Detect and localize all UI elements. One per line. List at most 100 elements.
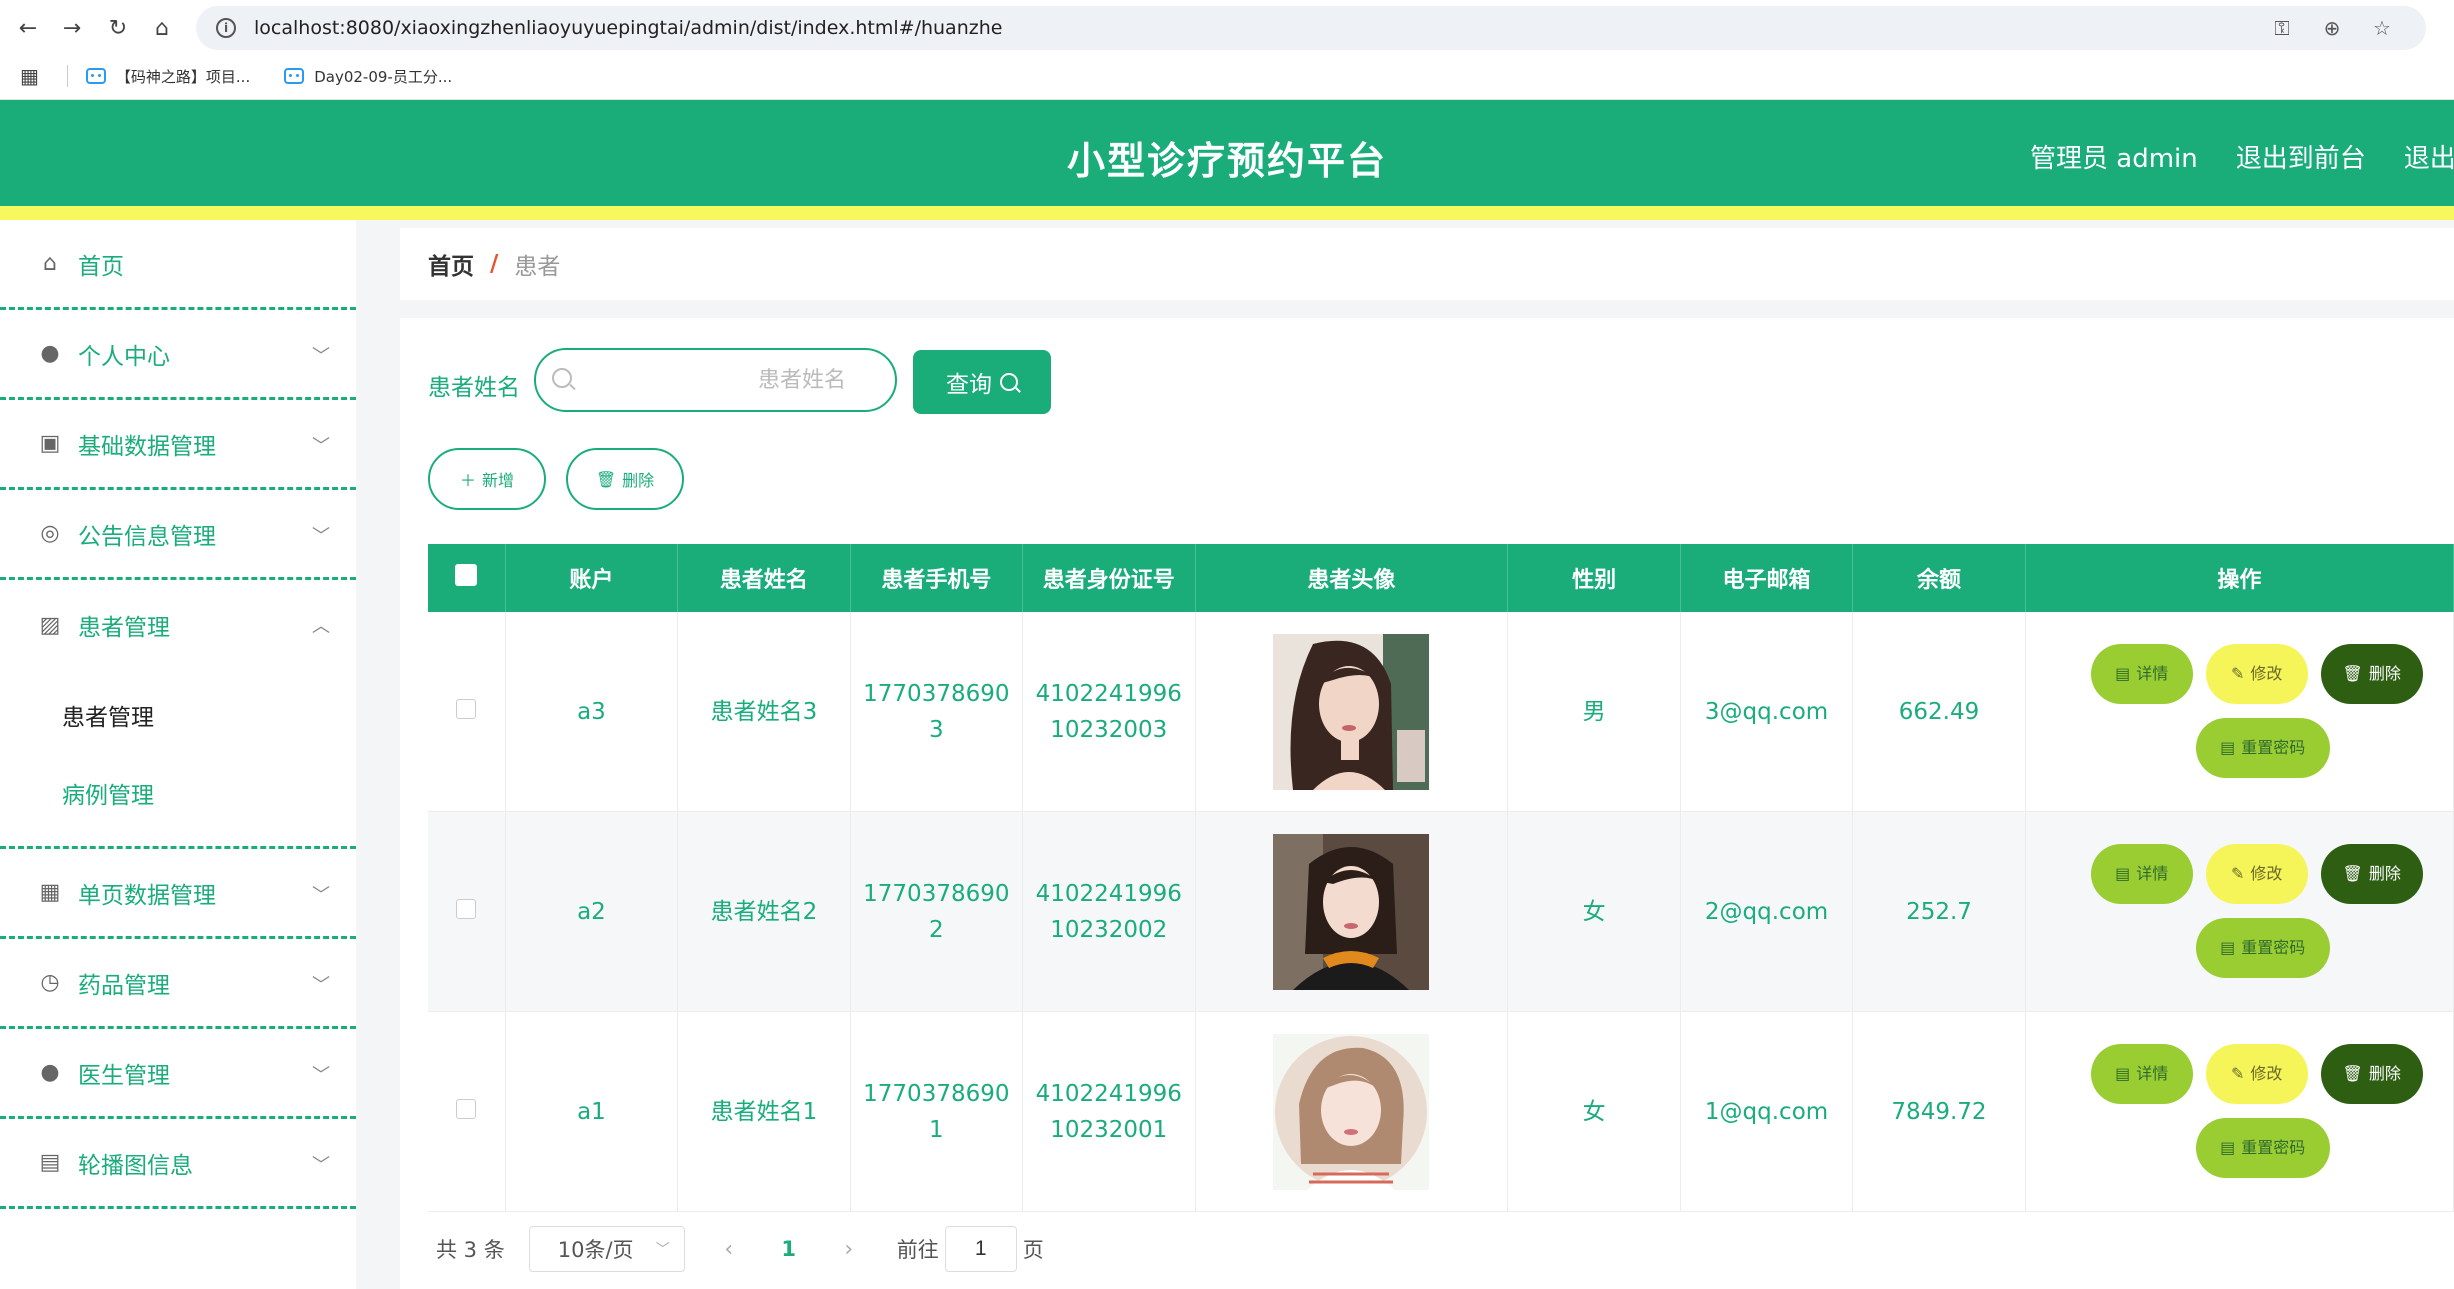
sidebar-item-label: 医生管理 [78, 1062, 170, 1089]
home-icon[interactable]: ⌂ [144, 10, 180, 46]
patient-avatar-image[interactable] [1273, 633, 1430, 790]
column-header: 电子邮箱 [1680, 544, 1854, 612]
idcard-cell: 4102241996 10232003 [1022, 612, 1196, 812]
search-icon [552, 368, 572, 388]
idcard-cell: 4102241996 10232001 [1022, 1011, 1196, 1212]
sidebar-item-label: 个人中心 [78, 343, 170, 370]
sidebar-item-single-page[interactable]: ▦ 单页数据管理 ﹀ [0, 849, 356, 939]
edit-button[interactable]: ✎ 修改 [2205, 644, 2308, 704]
page-unit-label: 页 [1022, 1238, 1044, 1262]
address-bar[interactable]: i localhost:8080/xiaoxingzhenliaoyuyuepi… [196, 6, 2426, 50]
idcard-cell: 4102241996 10232002 [1022, 811, 1196, 1012]
logout-link[interactable]: 退出登录 [2404, 138, 2454, 175]
document-icon: ▤ [2115, 864, 2131, 883]
patient-avatar-image[interactable] [1273, 1033, 1430, 1190]
clock-icon: ◷ [40, 970, 60, 995]
batch-delete-button[interactable]: 🗑 删除 [566, 448, 684, 510]
sidebar-item-basic-data[interactable]: ▣ 基础数据管理 ﹀ [0, 400, 356, 490]
reset-password-label: 重置密码 [2241, 938, 2306, 957]
back-icon[interactable]: ← [10, 10, 46, 46]
chevron-down-icon: ﹀ [312, 436, 330, 457]
reset-password-button[interactable]: ▤ 重置密码 [2195, 918, 2330, 978]
user-icon: ● [40, 341, 60, 366]
phone-cell: 1770378690 2 [850, 811, 1024, 1012]
avatar-photo [1273, 833, 1430, 990]
add-button[interactable]: ＋ 新增 [428, 448, 546, 510]
query-button[interactable]: 查询 [913, 350, 1051, 414]
page-size-select[interactable]: 10条/页 ﹀ [528, 1226, 685, 1272]
column-header: 患者姓名 [677, 544, 851, 612]
column-header: 患者身份证号 [1022, 544, 1196, 612]
url-text[interactable]: localhost:8080/xiaoxingzhenliaoyuyueping… [254, 17, 1002, 39]
site-info-icon[interactable]: i [216, 18, 236, 38]
detail-button[interactable]: ▤ 详情 [2090, 1044, 2193, 1104]
delete-button[interactable]: 🗑 删除 [2320, 1044, 2423, 1104]
sidebar-item-patients[interactable]: ▨ 患者管理 ︿ [0, 580, 356, 670]
goto-page-input[interactable] [944, 1226, 1017, 1272]
trash-icon: 🗑 [595, 469, 617, 489]
sidebar-subitem-cases[interactable]: 病例管理 [0, 754, 356, 832]
document-icon: ▤ [2220, 938, 2236, 957]
chevron-down-icon: ﹀ [312, 1155, 330, 1176]
star-icon[interactable]: ☆ [2368, 14, 2396, 42]
name-cell: 患者姓名1 [677, 1011, 851, 1212]
chevron-down-icon: ﹀ [655, 1242, 670, 1258]
column-header: 余额 [1852, 544, 2026, 612]
balance-cell: 662.49 [1852, 612, 2026, 812]
reset-password-button[interactable]: ▤ 重置密码 [2195, 1118, 2330, 1178]
front-page-link[interactable]: 退出到前台 [2236, 138, 2366, 175]
row-checkbox[interactable] [456, 1098, 477, 1119]
add-button-label: 新增 [482, 471, 515, 490]
sidebar-item-doctors[interactable]: ● 医生管理 ﹀ [0, 1029, 356, 1119]
key-icon[interactable]: ⚿ [2268, 14, 2296, 42]
pencil-icon: ✎ [2231, 864, 2245, 883]
email-cell: 1@qq.com [1680, 1011, 1854, 1212]
delete-button[interactable]: 🗑 删除 [2320, 644, 2423, 704]
row-checkbox[interactable] [456, 698, 477, 719]
sidebar-subitem-patients[interactable]: 患者管理 [0, 676, 356, 754]
email-cell: 2@qq.com [1680, 811, 1854, 1012]
prev-page-button[interactable]: ‹ [709, 1237, 749, 1262]
delete-button[interactable]: 🗑 删除 [2320, 844, 2423, 904]
sidebar-item-notices[interactable]: ◎ 公告信息管理 ﹀ [0, 490, 356, 580]
forward-icon[interactable]: → [54, 10, 90, 46]
sidebar-item-label: 患者管理 [78, 615, 170, 641]
name-cell: 患者姓名2 [677, 811, 851, 1012]
bookmark-item[interactable]: 【码神之路】项目... [85, 66, 251, 87]
row-checkbox[interactable] [456, 898, 477, 919]
column-header: 患者头像 [1195, 544, 1509, 612]
trash-icon: 🗑 [2342, 864, 2363, 883]
reset-password-button[interactable]: ▤ 重置密码 [2195, 718, 2330, 778]
delete-button-label: 删除 [2368, 1064, 2401, 1083]
column-header: 账户 [505, 544, 679, 612]
bookmark-label: 【码神之路】项目... [115, 67, 251, 86]
avatar-illustration [1273, 1033, 1430, 1190]
table-row: a2 患者姓名2 1770378690 2 4102241996 10232002 [428, 811, 2454, 1012]
sidebar-item-medicine[interactable]: ◷ 药品管理 ﹀ [0, 939, 356, 1029]
phone-line: 1770378690 [863, 680, 1010, 707]
page-number-current[interactable]: 1 [749, 1237, 829, 1261]
detail-button[interactable]: ▤ 详情 [2090, 844, 2193, 904]
patients-table: 账户 患者姓名 患者手机号 患者身份证号 患者头像 性别 电子邮箱 余额 操作 … [428, 544, 2454, 1212]
apps-grid-icon[interactable]: ▦ [20, 64, 39, 88]
document-icon: ▤ [2115, 1064, 2131, 1083]
search-input[interactable] [586, 360, 886, 400]
balance-cell: 252.7 [1852, 811, 2026, 1012]
breadcrumb-home[interactable]: 首页 [428, 247, 474, 281]
chart-icon: ▨ [39, 612, 61, 638]
reload-icon[interactable]: ↻ [100, 10, 136, 46]
patient-avatar-image[interactable] [1273, 833, 1430, 990]
reset-password-label: 重置密码 [2241, 738, 2306, 757]
sidebar-item-home[interactable]: ⌂ 首页 [0, 220, 356, 310]
bookmark-item[interactable]: Day02-09-员工分... [284, 66, 452, 87]
sidebar-item-personal-center[interactable]: ● 个人中心 ﹀ [0, 310, 356, 400]
select-all-checkbox[interactable] [455, 564, 478, 586]
search-field[interactable] [534, 348, 897, 412]
edit-button[interactable]: ✎ 修改 [2205, 1044, 2308, 1104]
next-page-button[interactable]: › [829, 1237, 869, 1262]
zoom-icon[interactable]: ⊕ [2318, 14, 2346, 42]
sidebar-item-carousel[interactable]: ▤ 轮播图信息 ﹀ [0, 1119, 356, 1209]
detail-button[interactable]: ▤ 详情 [2090, 644, 2193, 704]
sidebar-item-label: 药品管理 [78, 972, 170, 999]
edit-button[interactable]: ✎ 修改 [2205, 844, 2308, 904]
